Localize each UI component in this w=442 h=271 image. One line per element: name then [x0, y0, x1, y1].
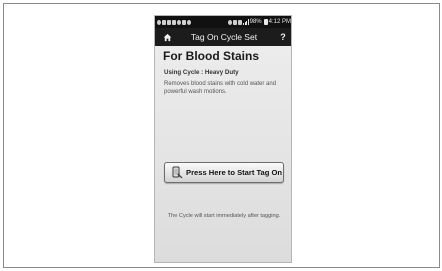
home-icon	[163, 33, 171, 41]
battery-percent: 98%	[249, 19, 262, 25]
home-button[interactable]	[161, 31, 173, 43]
system-status: 98% 4:12 PM	[228, 16, 291, 28]
signal-icon	[243, 19, 249, 25]
content-area	[155, 46, 291, 262]
alarm-icon	[228, 19, 233, 25]
sync-icon	[157, 19, 161, 25]
phone-screen: 98% 4:12 PM Tag On Cycle Set ? For Blood…	[154, 15, 292, 263]
notification-icons	[157, 19, 191, 25]
cycle-label: Using Cycle : Heavy Duty	[164, 69, 239, 76]
gallery-icon	[162, 19, 166, 25]
battery-icon	[263, 19, 268, 25]
start-button-label: Press Here to Start Tag On	[186, 168, 283, 177]
title-bar: Tag On Cycle Set ?	[155, 28, 291, 46]
clock: 4:12 PM	[268, 19, 291, 25]
help-button[interactable]: ?	[277, 28, 289, 46]
tag-phone-icon	[171, 166, 183, 180]
cycle-description: Removes blood stains with cold water and…	[164, 81, 277, 95]
image-icon	[167, 19, 171, 25]
download-icon	[172, 19, 176, 25]
status-bar: 98% 4:12 PM	[155, 16, 291, 28]
settings-icon	[177, 19, 181, 25]
android-icon	[187, 19, 191, 25]
screen-title: Tag On Cycle Set	[190, 32, 258, 42]
wifi-icon	[238, 19, 243, 25]
page-title: For Blood Stains	[163, 49, 259, 63]
start-tag-on-button[interactable]: Press Here to Start Tag On	[164, 162, 284, 183]
start-note: The Cycle will start immediately after t…	[167, 213, 281, 219]
usb-icon	[182, 19, 186, 25]
nfc-icon	[233, 19, 238, 25]
